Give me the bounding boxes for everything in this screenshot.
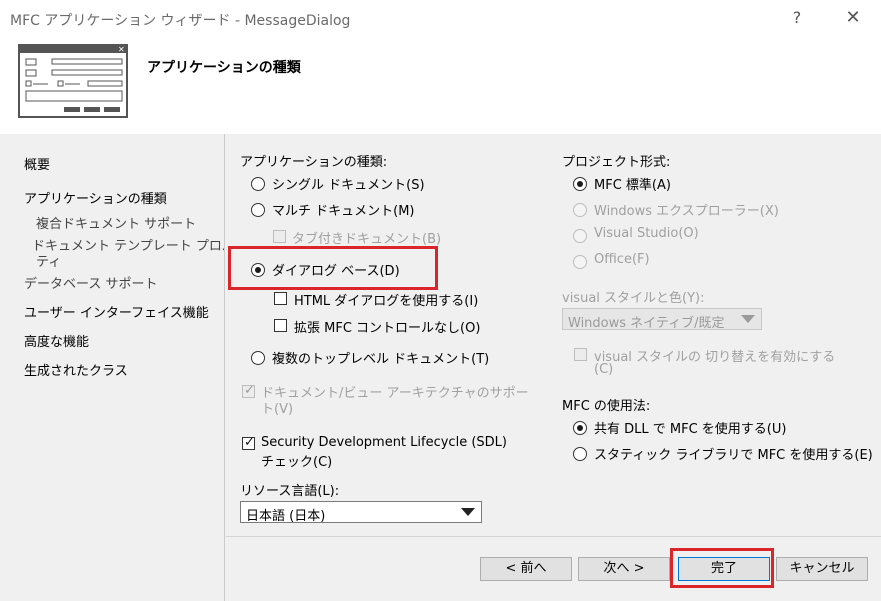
check-docview: ✓ — [242, 383, 255, 398]
wizard-dialog-icon: ✕ — [18, 44, 128, 118]
label-multi-doc[interactable]: マルチ ドキュメント(M) — [272, 200, 415, 219]
svg-text:✕: ✕ — [118, 45, 125, 54]
resource-lang-select[interactable]: 日本語 (日本) — [240, 501, 482, 524]
sidebar-item-doc-template[interactable]: ドキュメント テンプレート プロパ — [32, 235, 235, 254]
radio-shared-dll[interactable] — [573, 421, 587, 435]
help-button[interactable]: ? — [786, 6, 808, 30]
resource-lang-value: 日本語 (日本) — [246, 509, 326, 524]
sidebar: 概要 アプリケーションの種類 複合ドキュメント サポート ドキュメント テンプレ… — [0, 134, 235, 601]
sidebar-item-overview[interactable]: 概要 — [24, 154, 50, 173]
radio-multiple-top[interactable] — [251, 351, 265, 365]
chevron-down-icon — [461, 508, 475, 516]
sidebar-item-application-type[interactable]: アプリケーションの種類 — [24, 188, 167, 207]
visual-style-label: visual スタイルと色(Y): — [562, 291, 705, 306]
page-title: アプリケーションの種類 — [147, 60, 301, 76]
label-visual-style-toggle-2: (C) — [594, 362, 614, 377]
label-mfc-standard[interactable]: MFC 標準(A) — [594, 174, 671, 193]
project-style-heading: プロジェクト形式: — [562, 155, 671, 170]
check-html-dialog[interactable] — [274, 292, 287, 305]
label-office: Office(F) — [594, 252, 650, 267]
checkmark-icon: ✓ — [244, 435, 255, 450]
window-title: MFC アプリケーション ウィザード - MessageDialog — [10, 13, 351, 29]
sidebar-item-advanced[interactable]: 高度な機能 — [24, 331, 89, 350]
sidebar-item-generated-classes[interactable]: 生成されたクラス — [24, 360, 128, 379]
visual-style-value: Windows ネイティブ/既定 — [568, 316, 725, 331]
radio-visual-studio — [573, 229, 587, 243]
check-no-mfc-controls[interactable] — [274, 319, 287, 332]
label-multiple-top[interactable]: 複数のトップレベル ドキュメント(T) — [272, 348, 489, 367]
label-sdl-1[interactable]: Security Development Lifecycle (SDL) — [261, 435, 507, 450]
sidebar-item-compound-doc[interactable]: 複合ドキュメント サポート — [36, 213, 196, 232]
check-sdl[interactable]: ✓ — [242, 435, 255, 450]
chevron-down-icon — [741, 315, 755, 323]
highlight-dialog-based — [228, 246, 438, 290]
highlight-finish — [670, 548, 774, 588]
app-type-heading: アプリケーションの種類: — [240, 155, 388, 170]
radio-single-doc[interactable] — [251, 177, 265, 191]
label-docview-1: ドキュメント/ビュー アーキテクチャのサポー — [261, 386, 529, 401]
label-html-dialog[interactable]: HTML ダイアログを使用する(I) — [294, 290, 478, 309]
label-docview-2: ト(V) — [261, 402, 294, 417]
visual-style-select: Windows ネイティブ/既定 — [562, 308, 762, 331]
label-visual-style-toggle-1: visual スタイルの 切り替えを有効にする — [594, 350, 836, 365]
label-shared-dll[interactable]: 共有 DLL で MFC を使用する(U) — [594, 418, 786, 437]
radio-multi-doc[interactable] — [251, 203, 265, 217]
check-visual-style-toggle — [574, 348, 587, 361]
label-visual-studio: Visual Studio(O) — [594, 226, 699, 241]
resource-lang-label: リソース言語(L): — [240, 484, 340, 499]
next-button[interactable]: 次へ > — [578, 557, 670, 581]
radio-office — [573, 255, 587, 269]
prev-button[interactable]: < 前へ — [480, 557, 572, 581]
radio-selected-dot — [577, 181, 583, 187]
check-tabbed-doc — [273, 230, 286, 243]
label-windows-explorer: Windows エクスプローラー(X) — [594, 204, 779, 219]
wizard-header — [0, 38, 881, 134]
mfc-usage-heading: MFC の使用法: — [562, 399, 651, 414]
label-static-lib[interactable]: スタティック ライブラリで MFC を使用する(E) — [594, 444, 873, 463]
label-tabbed-doc: タブ付きドキュメント(B) — [292, 232, 442, 247]
label-no-mfc-controls[interactable]: 拡張 MFC コントロールなし(O) — [294, 317, 480, 336]
label-sdl-2[interactable]: チェック(C) — [261, 451, 332, 470]
close-button[interactable]: ✕ — [838, 6, 868, 30]
checkmark-icon: ✓ — [244, 383, 255, 398]
sidebar-item-ui-features[interactable]: ユーザー インターフェイス機能 — [24, 302, 209, 321]
sidebar-item-database[interactable]: データベース サポート — [24, 273, 157, 292]
radio-selected-dot — [577, 425, 583, 431]
sidebar-item-doc-template-cont[interactable]: ティ — [36, 251, 61, 270]
radio-windows-explorer — [573, 203, 587, 217]
radio-static-lib[interactable] — [573, 447, 587, 461]
cancel-button[interactable]: キャンセル — [776, 557, 868, 581]
radio-mfc-standard[interactable] — [573, 177, 587, 191]
label-single-doc[interactable]: シングル ドキュメント(S) — [272, 174, 425, 193]
footer-divider — [226, 536, 881, 537]
